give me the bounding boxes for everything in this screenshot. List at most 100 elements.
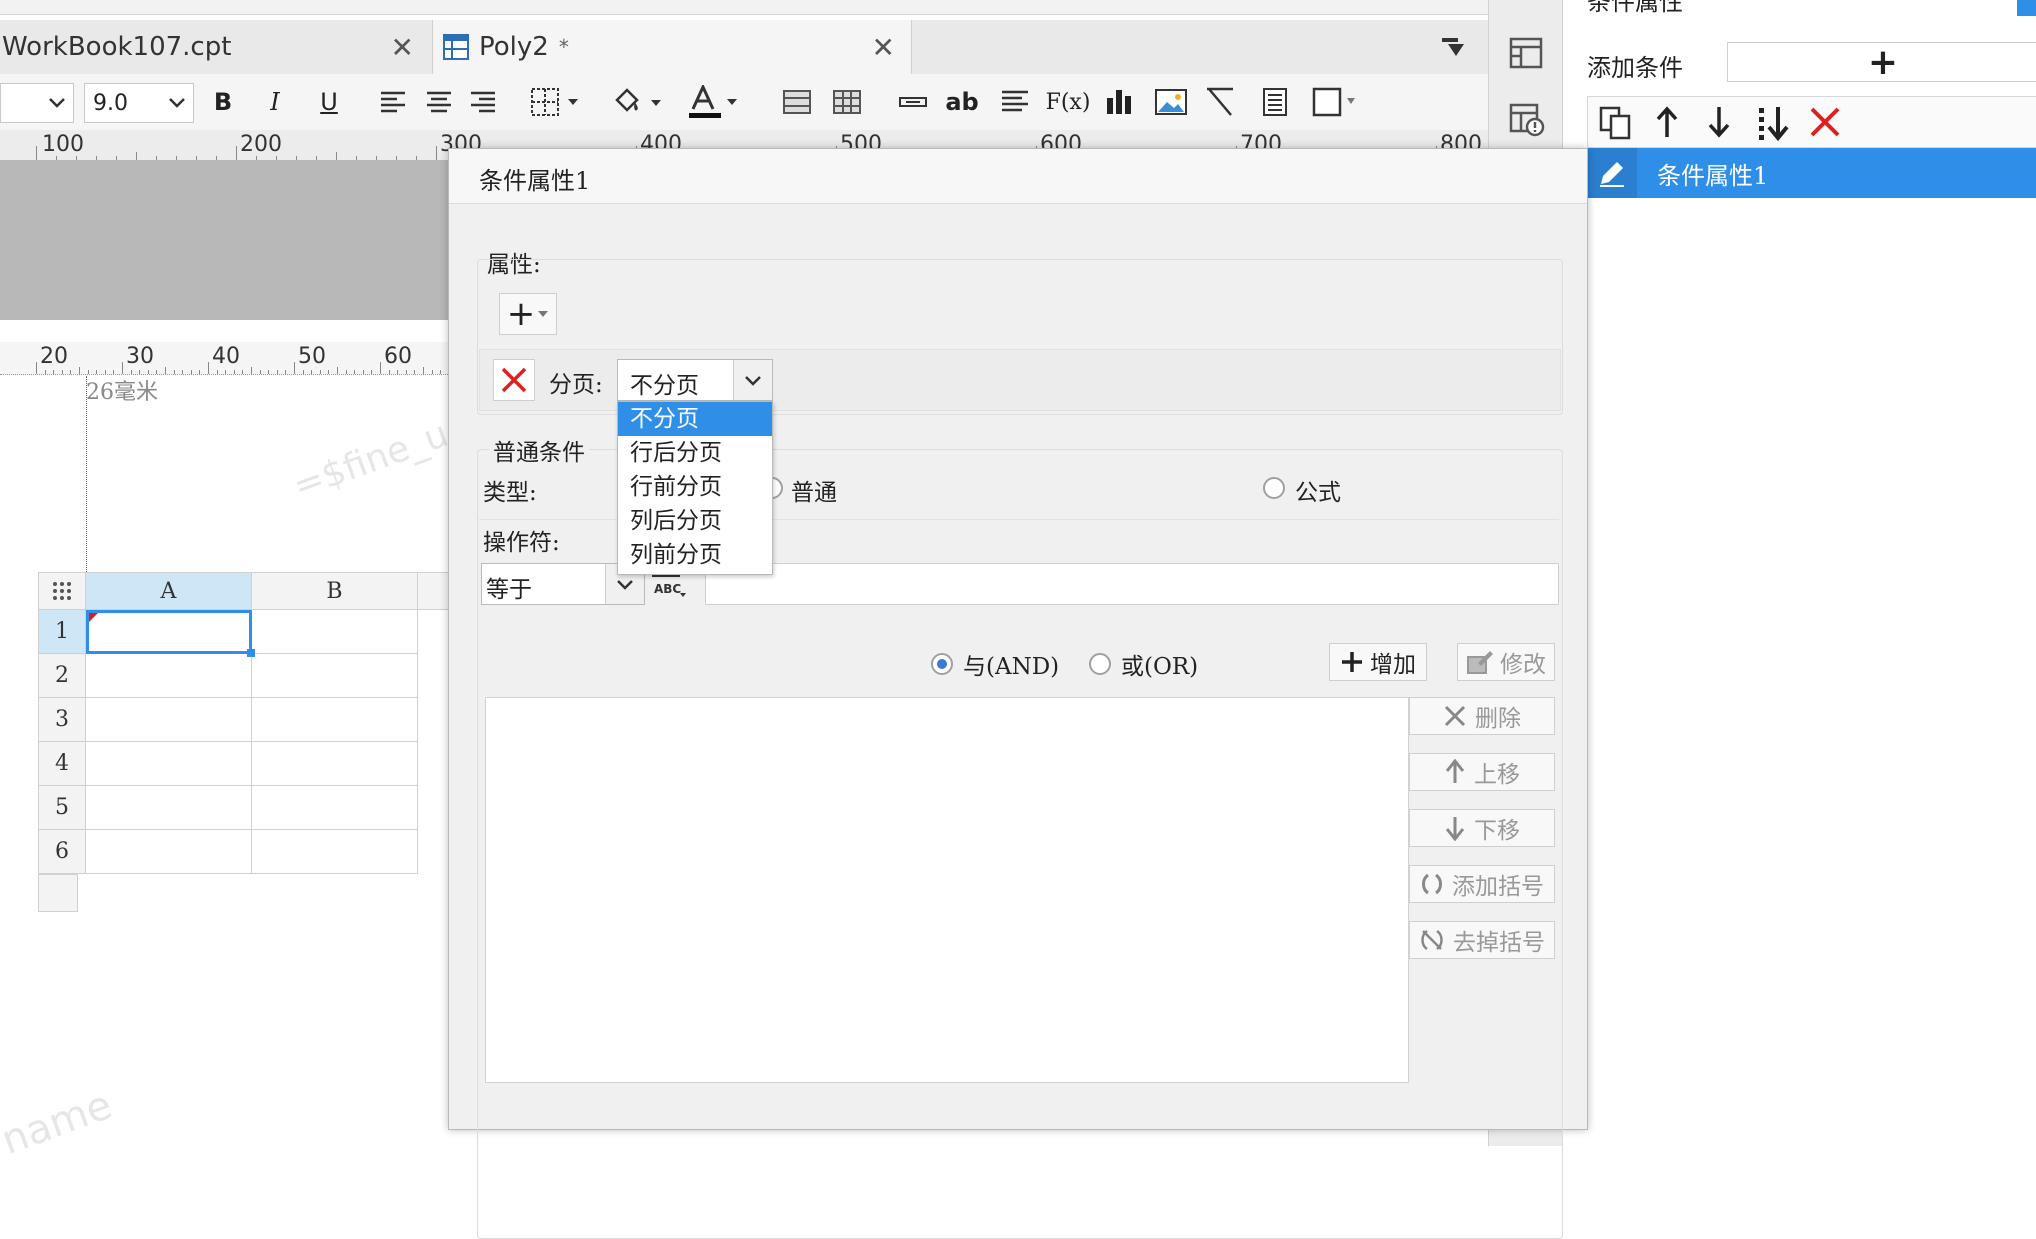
arrow-down-icon[interactable]	[1704, 105, 1734, 139]
arrow-up-icon[interactable]	[1652, 105, 1682, 139]
cell-b1[interactable]	[252, 610, 418, 654]
delete-label: 删除	[1475, 706, 1521, 732]
dropdown-option[interactable]: 列后分页	[618, 504, 772, 538]
add-condition-button[interactable]: +	[1727, 42, 2036, 83]
merge-cells-icon[interactable]	[780, 82, 814, 122]
column-header-a[interactable]: A	[86, 572, 252, 610]
condition-items-list[interactable]	[485, 697, 1409, 1083]
add-bracket-label: 添加括号	[1452, 874, 1544, 900]
ruler-tick	[136, 151, 137, 160]
cell-a5[interactable]	[86, 786, 252, 830]
remove-property-button[interactable]	[493, 359, 535, 401]
underline-button[interactable]: U	[314, 82, 344, 122]
pagination-select[interactable]: 不分页	[617, 359, 773, 401]
chevron-down-icon[interactable]	[733, 360, 772, 400]
align-right-icon[interactable]	[466, 82, 500, 122]
ruler-tick	[362, 370, 364, 374]
image-icon[interactable]	[1152, 82, 1190, 122]
add-property-button[interactable]: +	[499, 293, 557, 335]
italic-button[interactable]: I	[262, 82, 288, 122]
font-size-combo[interactable]: 9.0	[84, 83, 194, 123]
edit-icon[interactable]	[1587, 148, 1637, 198]
ruler-tick	[397, 370, 399, 374]
ruler-tick	[423, 366, 424, 374]
text-field-icon[interactable]	[896, 82, 930, 122]
row-header-6[interactable]: 6	[38, 830, 86, 874]
dropdown-option[interactable]: 行后分页	[618, 436, 772, 470]
font-color-icon[interactable]	[686, 82, 744, 122]
text-tool-button[interactable]: ab	[944, 82, 980, 122]
fill-color-icon[interactable]	[610, 82, 668, 122]
collapse-icon[interactable]	[1440, 34, 1466, 60]
align-center-icon[interactable]	[422, 82, 456, 122]
chart-icon[interactable]	[1102, 82, 1136, 122]
row-header-3[interactable]: 3	[38, 698, 86, 742]
move-down-label: 下移	[1474, 818, 1520, 844]
modify-button[interactable]: 修改	[1457, 643, 1555, 681]
cell-selection	[86, 610, 255, 657]
cell-a6[interactable]	[86, 830, 252, 874]
paragraph-icon[interactable]	[998, 82, 1032, 122]
cell-b5[interactable]	[252, 786, 418, 830]
move-down-button[interactable]: 下移	[1409, 809, 1555, 847]
ruler-tick	[259, 370, 261, 374]
row-header-5[interactable]: 5	[38, 786, 86, 830]
tab-close-button[interactable]: ✕	[391, 31, 414, 64]
move-up-button[interactable]: 上移	[1409, 753, 1555, 791]
value-input[interactable]	[705, 563, 1559, 605]
ruler-tick	[70, 370, 72, 374]
add-condition-item-button[interactable]: 增加	[1329, 643, 1427, 681]
or-radio[interactable]	[1089, 653, 1111, 675]
ruler-tick	[242, 370, 244, 374]
copy-icon[interactable]	[1598, 105, 1634, 141]
ruler-tick	[285, 370, 287, 374]
ruler-tick	[337, 366, 338, 374]
cell-a4[interactable]	[86, 742, 252, 786]
add-bracket-button[interactable]: 添加括号	[1409, 865, 1555, 903]
align-left-icon[interactable]	[376, 82, 410, 122]
ruler-tick	[345, 370, 347, 374]
operator-label: 操作符:	[483, 530, 560, 556]
unmerge-cells-icon[interactable]	[830, 82, 864, 122]
delete-button[interactable]: 删除	[1409, 697, 1555, 735]
row-header-2[interactable]: 2	[38, 654, 86, 698]
ruler-tick	[336, 151, 337, 160]
column-header-c[interactable]	[418, 572, 452, 610]
dropdown-option[interactable]: 行前分页	[618, 470, 772, 504]
delete-icon[interactable]	[1808, 105, 1842, 139]
cell-b4[interactable]	[252, 742, 418, 786]
add-row-button[interactable]	[38, 874, 78, 912]
formula-button[interactable]: F(x)	[1046, 82, 1091, 122]
cell-a3[interactable]	[86, 698, 252, 742]
sub-report-icon[interactable]	[1258, 82, 1292, 122]
watermark: name	[0, 1081, 118, 1165]
remove-bracket-button[interactable]: 去掉括号	[1409, 921, 1555, 959]
type-radio-formula[interactable]	[1263, 477, 1285, 499]
border-icon[interactable]	[528, 82, 584, 122]
tab-workbook107[interactable]: WorkBook107.cpt ✕	[0, 20, 430, 74]
cell-a2[interactable]	[86, 654, 252, 698]
dropdown-option[interactable]: 不分页	[618, 402, 772, 436]
fill-handle[interactable]	[247, 649, 255, 657]
tab-poly2[interactable]: Poly2 * ✕	[432, 20, 912, 74]
row-header-4[interactable]: 4	[38, 742, 86, 786]
row-header-1[interactable]: 1	[38, 610, 86, 654]
column-header-b[interactable]: B	[252, 572, 418, 610]
move-to-bottom-icon[interactable]	[1756, 105, 1792, 141]
chevron-down-icon	[47, 92, 67, 112]
condition-attr-icon[interactable]	[1509, 102, 1545, 138]
dropdown-option[interactable]: 列前分页	[618, 538, 772, 572]
ruler-label: 50	[298, 344, 326, 369]
cell-b6[interactable]	[252, 830, 418, 874]
cell-b3[interactable]	[252, 698, 418, 742]
tab-close-button[interactable]: ✕	[872, 31, 895, 64]
font-family-combo[interactable]	[0, 83, 74, 123]
bold-button[interactable]: B	[208, 82, 238, 122]
slash-icon[interactable]	[1204, 82, 1240, 122]
cell-attr-icon[interactable]	[1509, 36, 1543, 70]
and-radio[interactable]	[931, 653, 953, 675]
select-all-icon[interactable]	[38, 572, 86, 610]
condition-list-item-selected[interactable]: 条件属性1	[1587, 148, 2036, 198]
cell-element-icon[interactable]	[1310, 82, 1360, 122]
cell-b2[interactable]	[252, 654, 418, 698]
